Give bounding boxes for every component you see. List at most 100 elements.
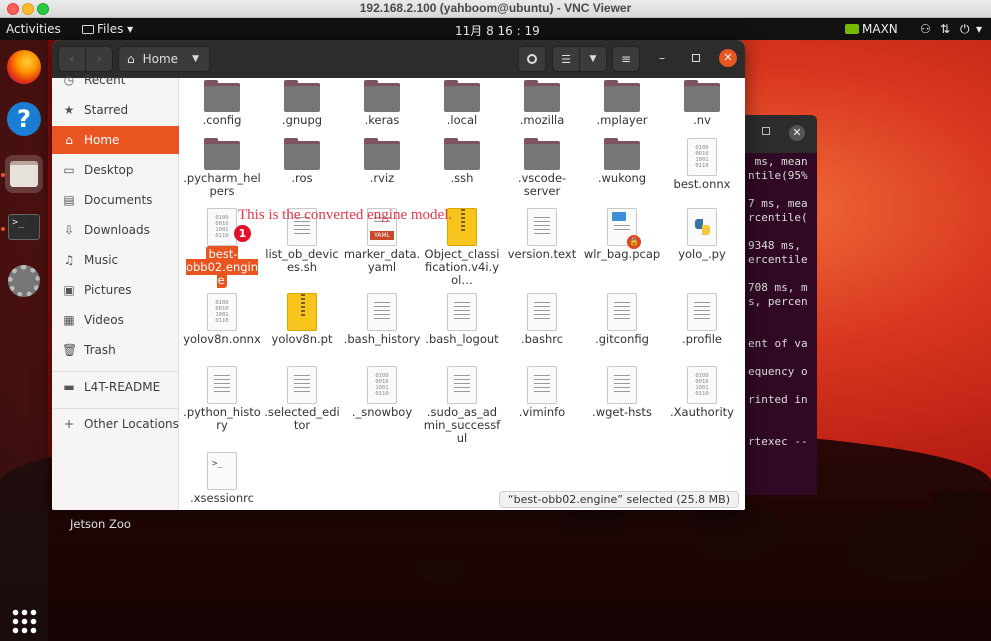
sidebar-item-music[interactable]: ♫ Music: [52, 246, 179, 274]
file-item-label: list_ob_devices.sh: [265, 247, 339, 274]
file-item-label: .wget-hsts: [592, 405, 652, 419]
file-item[interactable]: .profile: [663, 293, 741, 346]
view-mode-button[interactable]: ☰: [552, 46, 580, 72]
file-item[interactable]: .keras: [343, 80, 421, 127]
help-icon[interactable]: ?: [5, 100, 43, 138]
sidebar-item-trash[interactable]: 🗑 Trash: [52, 336, 179, 364]
accessibility-icon[interactable]: ⚇: [920, 22, 931, 36]
sidebar-item-label: Trash: [84, 343, 116, 357]
sidebar-item-other-locations[interactable]: + Other Locations: [52, 410, 179, 438]
file-item[interactable]: .rviz: [343, 138, 421, 185]
terminal-icon[interactable]: >_: [5, 208, 43, 246]
text-file-icon: [367, 293, 397, 331]
power-icon[interactable]: ⏻: [960, 22, 970, 37]
folder-icon: [364, 138, 400, 170]
file-item-label: .bash_logout: [425, 332, 499, 346]
file-item-label: .bashrc: [520, 332, 564, 346]
file-item[interactable]: .ssh: [423, 138, 501, 185]
maximize-icon[interactable]: [762, 127, 770, 135]
picture-icon: ▣: [63, 283, 75, 297]
file-item[interactable]: .gnupg: [263, 80, 341, 127]
sidebar-item-desktop[interactable]: ▭ Desktop: [52, 156, 179, 184]
file-item[interactable]: 0100 0010 1001 0110 best.onnx: [663, 138, 741, 191]
desktop-icon: ▭: [63, 163, 75, 177]
files-icon[interactable]: [5, 155, 43, 193]
file-item[interactable]: .python_history: [183, 366, 261, 432]
settings-icon[interactable]: [5, 262, 43, 300]
file-item[interactable]: .config: [183, 80, 261, 127]
text-file-icon: [207, 366, 237, 404]
chevron-down-icon: ▼: [589, 54, 597, 64]
sidebar-item-starred[interactable]: ★ Starred: [52, 96, 179, 124]
trash-icon: 🗑: [62, 343, 78, 357]
file-item[interactable]: .ros: [263, 138, 341, 185]
gnome-top-bar: Activities Files ▾ 11月 8 16 : 19 MAXN ⚇ …: [0, 18, 991, 40]
sidebar-item-downloads[interactable]: ⇩ Downloads: [52, 216, 179, 244]
maximize-button[interactable]: [692, 54, 700, 62]
file-item[interactable]: .viminfo: [503, 366, 581, 419]
file-item[interactable]: version.text: [503, 208, 581, 261]
file-item[interactable]: .bashrc: [503, 293, 581, 346]
file-item-label: .config: [202, 113, 242, 127]
file-item[interactable]: .selected_editor: [263, 366, 341, 432]
sidebar-item-label: Downloads: [84, 223, 150, 237]
file-item[interactable]: 0100 0010 1001 0110 .Xauthority: [663, 366, 741, 419]
sidebar-item-videos[interactable]: ▦ Videos: [52, 306, 179, 334]
file-item[interactable]: 0100 0010 1001 0110 ._snowboy: [343, 366, 421, 419]
terminal-window[interactable]: ✕ ms, mean ntile(95% 7 ms, mea rcentile(…: [745, 115, 817, 495]
file-item[interactable]: .bash_history: [343, 293, 421, 346]
sidebar-divider: [52, 371, 179, 372]
jetson-zoo-label[interactable]: Jetson Zoo: [70, 517, 131, 531]
text-file-icon: [607, 366, 637, 404]
show-applications-icon[interactable]: [11, 608, 37, 634]
file-item[interactable]: .wget-hsts: [583, 366, 661, 419]
search-button[interactable]: [518, 46, 546, 72]
file-item[interactable]: .mplayer: [583, 80, 661, 127]
view-options-button[interactable]: ▼: [579, 46, 607, 72]
firefox-icon[interactable]: [5, 48, 43, 86]
nvidia-power-mode[interactable]: MAXN: [845, 22, 898, 36]
file-item-label: .rviz: [369, 171, 395, 185]
file-item[interactable]: .sudo_as_admin_successful: [423, 366, 501, 445]
system-menu-chevron-icon[interactable]: ▾: [976, 22, 982, 36]
file-item[interactable]: yolov8n.pt: [263, 293, 341, 346]
close-button[interactable]: ✕: [719, 49, 737, 67]
file-item[interactable]: yolo_.py: [663, 208, 741, 261]
app-menu[interactable]: Files ▾: [82, 22, 133, 36]
folder-icon: [204, 138, 240, 170]
file-item[interactable]: .wukong: [583, 138, 661, 185]
clock[interactable]: 11月 8 16 : 19: [455, 22, 540, 39]
file-item[interactable]: .pycharm_helpers: [183, 138, 261, 198]
file-item-label: .sudo_as_admin_successful: [423, 405, 501, 445]
minimize-button[interactable]: –: [659, 51, 665, 65]
network-icon[interactable]: ⇅: [940, 22, 950, 36]
file-item[interactable]: .gitconfig: [583, 293, 661, 346]
file-item[interactable]: 🔒 wlr_bag.pcap: [583, 208, 661, 261]
binary-file-icon: 0100 0010 1001 0110: [207, 293, 237, 331]
close-icon[interactable]: ✕: [789, 125, 805, 141]
sidebar-item-home[interactable]: ⌂ Home: [52, 126, 179, 154]
file-item[interactable]: .bash_logout: [423, 293, 501, 346]
file-item-label: .mozilla: [519, 113, 565, 127]
sidebar-item-documents[interactable]: ▤ Documents: [52, 186, 179, 214]
main-menu-button[interactable]: ≡: [612, 46, 640, 72]
sidebar-item-l4t-readme[interactable]: ▬ L4T-README: [52, 373, 179, 401]
sidebar-item-recent[interactable]: ◷ Recent: [52, 66, 179, 94]
file-item[interactable]: 0100 0010 1001 0110 yolov8n.onnx: [183, 293, 261, 346]
file-item[interactable]: .nv: [663, 80, 741, 127]
file-item[interactable]: .vscode-server: [503, 138, 581, 198]
sidebar-item-label: Desktop: [84, 163, 134, 177]
file-item-label: .ros: [291, 171, 313, 185]
file-item[interactable]: >_ .xsessionrc: [183, 452, 261, 505]
sidebar-divider: [52, 408, 179, 409]
app-menu-label: Files: [97, 22, 124, 36]
text-file-icon: [527, 366, 557, 404]
home-icon: ⌂: [127, 52, 135, 66]
file-item[interactable]: .local: [423, 80, 501, 127]
sidebar-item-pictures[interactable]: ▣ Pictures: [52, 276, 179, 304]
file-item[interactable]: .mozilla: [503, 80, 581, 127]
terminal-headerbar: ✕: [745, 115, 817, 153]
file-item-label: .Xauthority: [670, 405, 734, 419]
sidebar-item-label: Videos: [84, 313, 124, 327]
activities-button[interactable]: Activities: [6, 22, 61, 36]
